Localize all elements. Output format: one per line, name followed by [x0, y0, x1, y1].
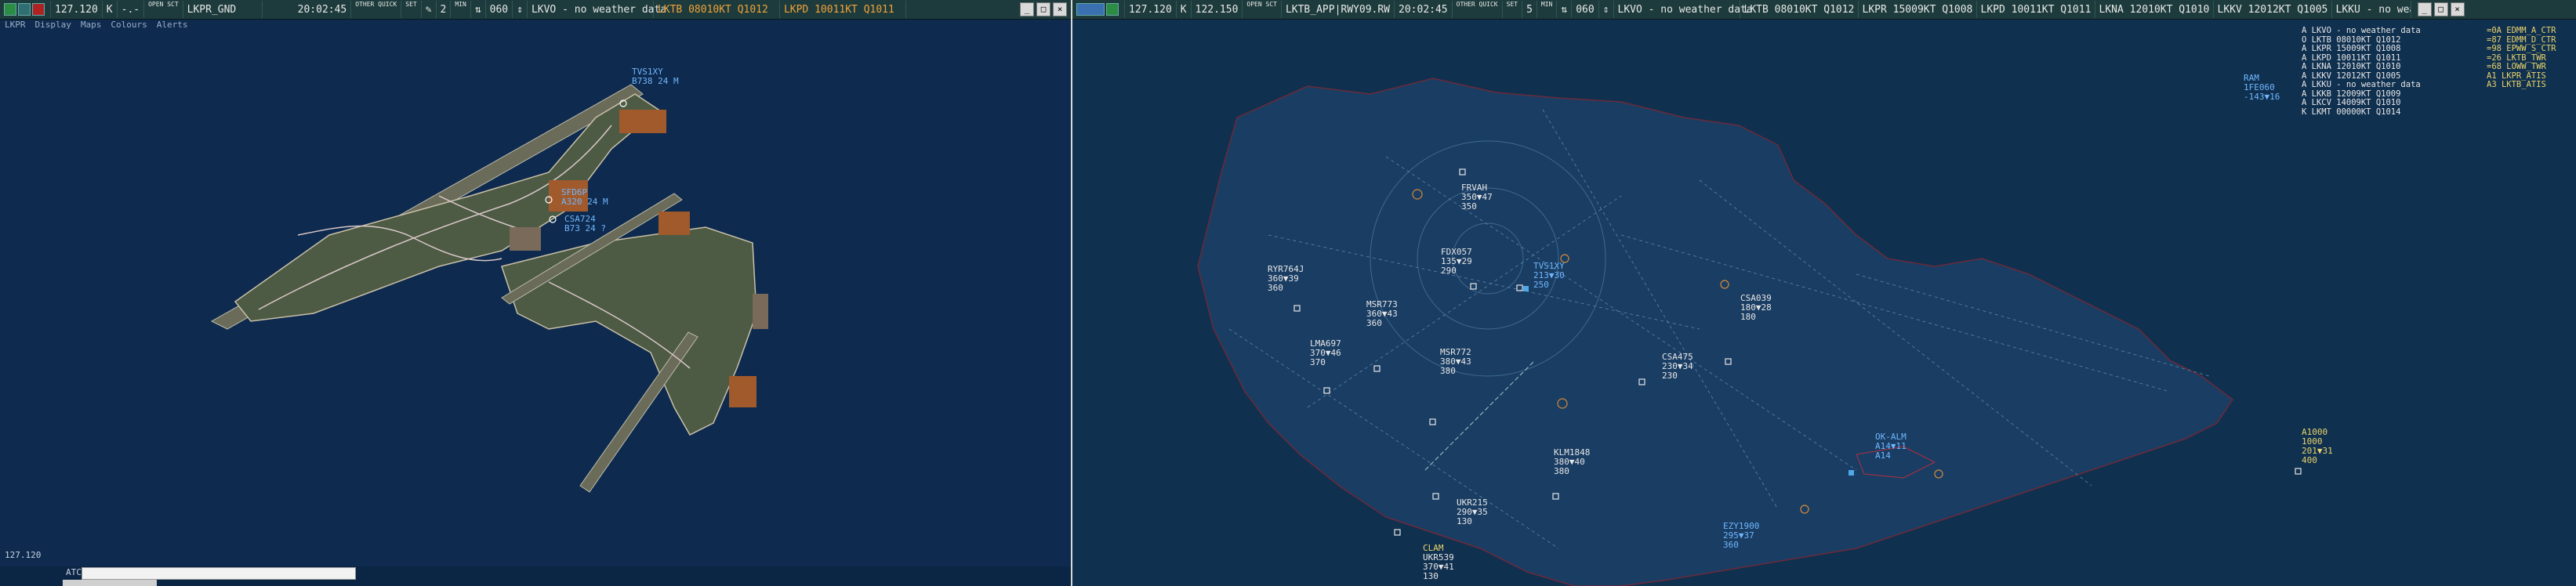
airport-map: [210, 84, 768, 493]
aircraft-symbol[interactable]: [1849, 470, 1854, 476]
datablock-info: 360▼43 360: [1366, 309, 1398, 328]
datablock-info: 295▼37 360: [1723, 530, 1754, 550]
apron-stands: [510, 227, 541, 251]
aircraft-info: B738 24 M: [632, 76, 679, 86]
atc-label: ATC: [66, 567, 82, 577]
datablock-ukr539[interactable]: UKR539 370▼41 130: [1423, 553, 1454, 581]
aircraft-symbol[interactable]: [2295, 468, 2302, 475]
datablock-info: 135▼29 290: [1441, 256, 1472, 276]
controller-row[interactable]: =98 EPWW_S_CTR: [2487, 44, 2556, 54]
datablock-clam[interactable]: CLAM: [1423, 544, 1444, 553]
aircraft-symbol[interactable]: [1523, 286, 1529, 291]
cargo-area: [729, 376, 756, 407]
datablock-csa475[interactable]: CSA475 230▼34 230: [1662, 353, 1693, 381]
datablock-info: 1000 201▼31 400: [2302, 436, 2333, 465]
datablock-info: 380▼40 380: [1554, 457, 1585, 476]
datablock-ukr215[interactable]: UKR215 290▼35 130: [1457, 498, 1488, 526]
datablock-info: 213▼30 250: [1533, 270, 1565, 290]
datablock-msr772[interactable]: MSR772 380▼43 380: [1440, 348, 1471, 376]
controller-row[interactable]: A3 LKTB_ATIS: [2487, 80, 2556, 90]
datablock-info: 370▼41 130: [1423, 562, 1454, 581]
sector-area: [1197, 78, 2234, 586]
controller-row[interactable]: =0A EDMM_A_CTR: [2487, 26, 2556, 36]
metar-row[interactable]: A LKVO - no weather data: [2302, 26, 2421, 36]
terminal-north: [619, 110, 666, 133]
metar-list: A LKVO - no weather data O LKTB 08010KT Q…: [2302, 26, 2421, 118]
datablock-info: 230▼34 230: [1662, 361, 1693, 381]
metar-row[interactable]: K LKMT 00000KT Q1014: [2302, 107, 2421, 118]
hangar-east: [659, 212, 690, 235]
datablock-csa039[interactable]: CSA039 180▼28 180: [1740, 294, 1772, 322]
airfield-area-east: [501, 226, 757, 436]
metar-row[interactable]: A LKKU - no weather data: [2302, 80, 2421, 90]
datablock-frvah[interactable]: FRVAH 350▼47 350: [1461, 183, 1493, 212]
datablock-info: 180▼28 180: [1740, 302, 1772, 322]
controller-row[interactable]: =68 LOWW_TWR: [2487, 62, 2556, 72]
datablock-a1000[interactable]: A1000 1000 201▼31 400: [2302, 428, 2333, 465]
datablock-tvs1xy[interactable]: TVS1XY 213▼30 250: [1533, 262, 1565, 290]
metar-row[interactable]: A LKNA 12010KT Q1010: [2302, 62, 2421, 72]
datablock-ezy1900[interactable]: EZY1900 295▼37 360: [1723, 522, 1759, 550]
datablock-info: 350▼47 350: [1461, 192, 1493, 212]
datablock-ram[interactable]: RAM 1FE060 -143▼16: [2244, 74, 2280, 102]
datablock-info: 380▼43 380: [1440, 356, 1471, 376]
datablock-info: 370▼46 370: [1310, 348, 1341, 367]
aircraft-tag-sfd6p[interactable]: SFD6P A320 24 M: [561, 188, 608, 207]
controller-list: =0A EDMM_A_CTR =87 EDMM_D_CTR =98 EPWW_S_C…: [2487, 26, 2556, 90]
datablock-info: A14▼11 A14: [1875, 441, 1907, 461]
frequency-footer: 127.120: [5, 550, 42, 560]
datablock-msr773[interactable]: MSR773 360▼43 360: [1366, 300, 1398, 328]
datablock-fdx057[interactable]: FDX057 135▼29 290: [1441, 248, 1472, 276]
datablock-info: 290▼35 130: [1457, 507, 1488, 526]
aircraft-symbol[interactable]: [1394, 529, 1401, 536]
ground-radar-screen: 127.120 K -.- OPEN SCT LKPR_GND 20:02:45…: [0, 0, 1071, 586]
command-input[interactable]: [82, 567, 356, 580]
aircraft-info: A320 24 M: [561, 197, 608, 207]
datablock-ryr764j[interactable]: RYR764J 360▼39 360: [1268, 265, 1304, 293]
datablock-klm1848[interactable]: KLM1848 380▼40 380: [1554, 448, 1590, 476]
callsign: CLAM: [1423, 543, 1444, 553]
message-strip: [63, 580, 157, 586]
aircraft-tag-csa724[interactable]: CSA724 B73 24 ?: [564, 215, 606, 233]
south-apron: [753, 294, 768, 329]
datablock-lma697[interactable]: LMA697 370▼46 370: [1310, 339, 1341, 367]
datablock-info: 1FE060 -143▼16: [2244, 82, 2280, 102]
aircraft-tag-tvs1xy[interactable]: TVS1XY B738 24 M: [632, 67, 679, 86]
metar-row[interactable]: A LKPR 15009KT Q1008: [2302, 44, 2421, 54]
datablock-info: 360▼39 360: [1268, 273, 1299, 293]
datablock-ok-alm[interactable]: OK-ALM A14▼11 A14: [1875, 432, 1907, 461]
aircraft-info: B73 24 ?: [564, 223, 606, 233]
metar-row[interactable]: A LKCV 14009KT Q1010: [2302, 98, 2421, 108]
